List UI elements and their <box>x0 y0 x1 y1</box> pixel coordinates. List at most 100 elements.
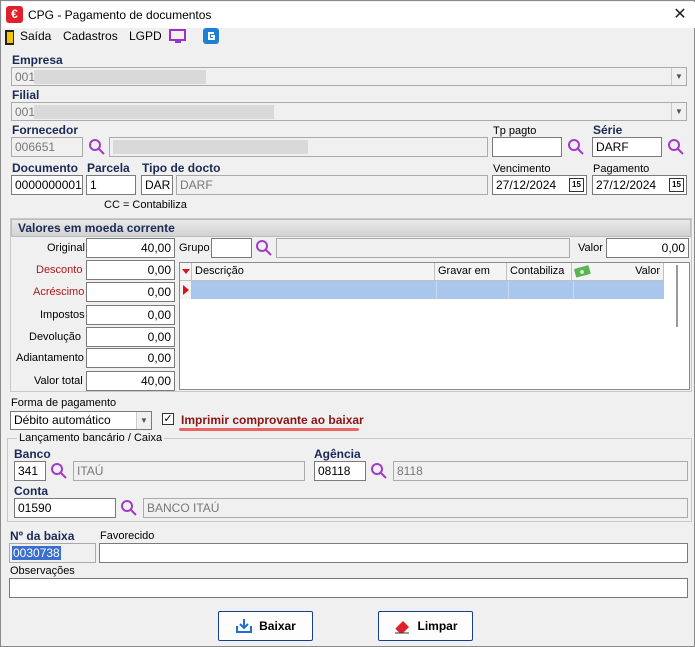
original-field[interactable]: 40,00 <box>86 238 175 258</box>
window-title: CPG - Pagamento de documentos <box>28 8 212 22</box>
acrescimo-label: Acréscimo <box>33 286 85 298</box>
tipo-docto-desc-field: DARF <box>176 175 488 195</box>
tp-pagto-label: Tp pagto <box>493 125 537 137</box>
agencia-field[interactable]: 08118 <box>314 461 366 481</box>
filial-code: 001 <box>15 105 36 119</box>
adiantamento-field[interactable]: 0,00 <box>86 348 175 368</box>
search-icon[interactable] <box>255 239 273 257</box>
monitor-icon[interactable] <box>169 29 187 48</box>
grupo-field[interactable] <box>211 238 252 258</box>
banco-label: Banco <box>14 447 51 461</box>
row-pointer <box>180 281 192 299</box>
fornecedor-label: Fornecedor <box>12 123 79 137</box>
baixa-label: Nº da baixa <box>10 529 75 543</box>
vertical-scrollbar[interactable] <box>676 265 678 327</box>
grid-indicator-header <box>180 263 192 281</box>
favorecido-field[interactable] <box>99 543 688 563</box>
cell-divider <box>573 281 574 299</box>
empresa-label: Empresa <box>12 53 63 67</box>
valores-title: Valores em moeda corrente <box>11 219 691 237</box>
tipo-docto-code-field[interactable]: DAR <box>141 175 173 195</box>
baixar-button[interactable]: Baixar <box>218 611 313 641</box>
valor-total-label: Valor total <box>34 375 83 387</box>
fornecedor-code-field[interactable]: 006651 <box>11 137 83 157</box>
vencimento-label: Vencimento <box>493 163 551 175</box>
col-descricao[interactable]: Descrição <box>192 263 435 281</box>
limpar-button[interactable]: Limpar <box>378 611 473 641</box>
baixa-value: 0030738 <box>12 546 61 560</box>
menu-registries[interactable]: Cadastros <box>63 29 118 43</box>
calendar-icon[interactable]: 15 <box>569 178 584 192</box>
grupo-label: Grupo <box>179 242 210 254</box>
observacoes-field[interactable] <box>9 578 688 598</box>
forma-pagamento-select[interactable]: Débito automático ▼ <box>10 411 152 430</box>
redacted-bar <box>113 140 308 154</box>
col-valor[interactable]: Valor <box>572 263 664 281</box>
col-contabiliza[interactable]: Contabiliza <box>507 263 572 281</box>
devolucao-field[interactable]: 0,00 <box>86 327 175 347</box>
col-valor-label: Valor <box>635 265 660 277</box>
agencia-desc-field: 8118 <box>393 461 688 481</box>
parcela-label: Parcela <box>87 161 130 175</box>
exit-door-icon <box>5 30 15 45</box>
baixa-field[interactable]: 0030738 <box>9 543 96 563</box>
observacoes-label: Observações <box>10 565 75 577</box>
app-shortcut-icon[interactable] <box>203 28 219 47</box>
search-icon[interactable] <box>88 138 106 156</box>
cell-divider <box>508 281 509 299</box>
search-icon[interactable] <box>370 462 388 480</box>
cell-divider <box>436 281 437 299</box>
conta-field[interactable]: 01590 <box>14 498 116 518</box>
search-icon[interactable] <box>120 499 138 517</box>
search-icon[interactable] <box>667 138 685 156</box>
baixar-label: Baixar <box>259 619 296 633</box>
empresa-code: 001 <box>15 70 36 84</box>
grupo-desc-field <box>276 238 570 258</box>
chevron-down-icon[interactable]: ▼ <box>671 103 686 120</box>
acrescimo-field[interactable]: 0,00 <box>86 282 175 302</box>
imprimir-label[interactable]: Imprimir comprovante ao baixar <box>181 413 364 427</box>
serie-label: Série <box>593 123 623 137</box>
calendar-icon[interactable]: 15 <box>669 178 684 192</box>
menu-lgpd[interactable]: LGPD <box>129 29 162 43</box>
conta-desc-field: BANCO ITAÚ <box>143 498 688 518</box>
devolucao-label: Devolução <box>29 331 81 343</box>
redacted-bar <box>34 105 274 119</box>
col-gravar-em[interactable]: Gravar em <box>435 263 507 281</box>
conta-label: Conta <box>14 484 48 498</box>
search-icon[interactable] <box>50 462 68 480</box>
desconto-field[interactable]: 0,00 <box>86 260 175 280</box>
download-tray-icon <box>236 619 253 633</box>
impostos-field[interactable]: 0,00 <box>86 305 175 325</box>
documento-label: Documento <box>12 161 78 175</box>
parcela-field[interactable]: 1 <box>86 175 136 195</box>
selected-row[interactable] <box>192 281 664 299</box>
items-grid[interactable]: Descrição Gravar em Contabiliza Valor <box>179 262 690 390</box>
filial-label: Filial <box>12 88 40 102</box>
impostos-label: Impostos <box>40 309 85 321</box>
documento-field[interactable]: 0000000001 <box>11 175 83 195</box>
eraser-icon <box>395 621 410 634</box>
original-label: Original <box>47 242 85 254</box>
money-icon <box>574 265 591 278</box>
menu-bar: Saída Cadastros LGPD <box>2 28 695 48</box>
tp-pagto-field[interactable] <box>492 137 562 157</box>
chevron-down-icon[interactable]: ▼ <box>671 68 686 85</box>
valor-field[interactable]: 0,00 <box>606 238 689 258</box>
desconto-label: Desconto <box>36 264 83 276</box>
forma-pagamento-value: Débito automático <box>14 413 111 427</box>
serie-field[interactable]: DARF <box>592 137 662 157</box>
banco-field[interactable]: 341 <box>14 461 46 481</box>
valor-label: Valor <box>578 242 603 254</box>
menu-exit[interactable]: Saída <box>20 29 51 43</box>
imprimir-checkbox[interactable]: ✓ <box>162 413 174 425</box>
favorecido-label: Favorecido <box>100 530 155 542</box>
limpar-label: Limpar <box>417 619 458 633</box>
chevron-down-icon[interactable]: ▼ <box>136 412 151 429</box>
cc-note: CC = Contabiliza <box>104 199 187 211</box>
forma-pagamento-label: Forma de pagamento <box>11 397 117 409</box>
close-button[interactable]: ✕ <box>666 4 694 26</box>
search-icon[interactable] <box>567 138 585 156</box>
valor-total-field: 40,00 <box>86 371 175 391</box>
banco-nome-field: ITAÚ <box>73 461 305 481</box>
